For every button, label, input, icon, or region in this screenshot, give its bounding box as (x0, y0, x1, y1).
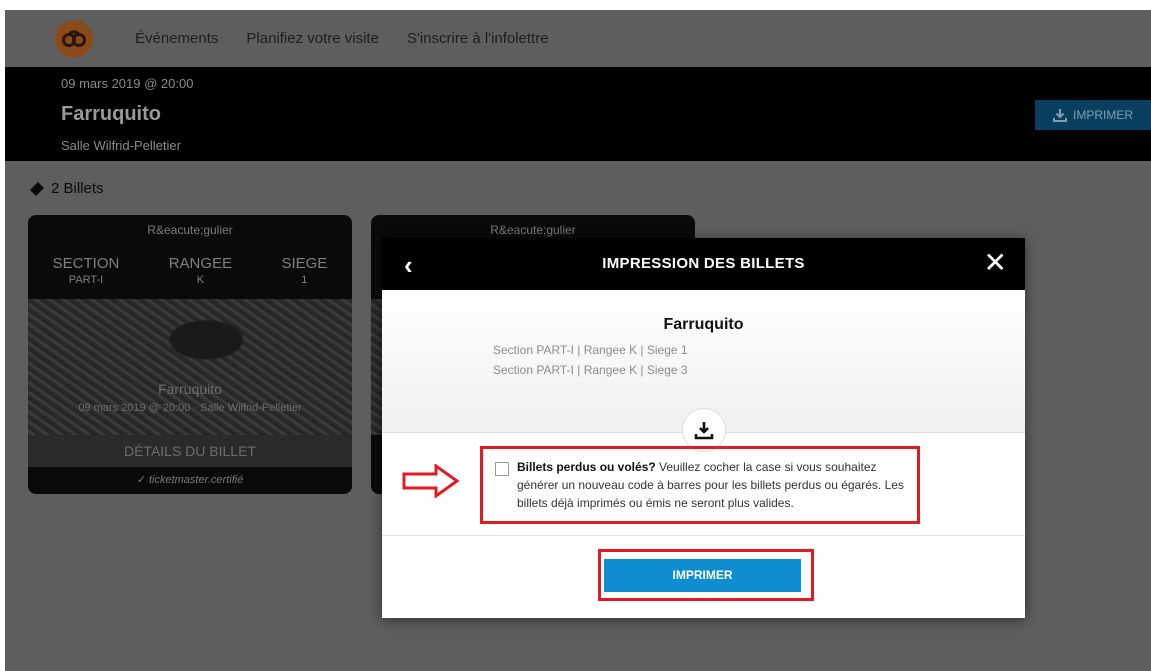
seat-value: 1 (301, 274, 308, 286)
ticket-details-button[interactable]: DÉTAILS DU BILLET (28, 435, 352, 467)
row-label: RANGEE (168, 255, 233, 272)
ticket-seat-line: Section PART-I | Rangee K | Siege 1 (493, 343, 688, 357)
tickets-count-label: 2 Billets (51, 180, 104, 197)
nav-link-infolettre[interactable]: S'inscrire à l'infolettre (407, 30, 549, 47)
row-value: K (196, 274, 205, 286)
close-icon[interactable]: ✕ (984, 246, 1007, 279)
lost-tickets-highlight: Billets perdus ou volés? Veuillez cocher… (480, 446, 920, 524)
divider (382, 535, 1025, 536)
download-icon (1053, 109, 1067, 122)
section-value: PART-I (68, 274, 104, 286)
tickets-count: 2 Billets (29, 180, 104, 197)
ticketmaster-logo-icon[interactable] (55, 19, 93, 58)
ticket-photo-title: Farruquito (158, 381, 222, 397)
print-tickets-modal: ‹ IMPRESSION DES BILLETS ✕ Farruquito Se… (382, 238, 1025, 618)
modal-event-name: Farruquito (663, 316, 744, 333)
ticket-icon (30, 181, 44, 196)
ticketmaster-certified: ✓ ticketmaster.certifié (28, 467, 352, 494)
nav-link-evenements[interactable]: Événements (135, 30, 218, 47)
lost-tickets-text: Billets perdus ou volés? Veuillez cocher… (517, 458, 913, 512)
ticket-photo-subtitle: 09 mars 2019 @ 20:00 · Salle Wilfrid-Pel… (78, 402, 302, 414)
ticket-card[interactable]: R&eacute;gulier SECTION PART-I RANGEE K … (28, 215, 352, 494)
event-header: 09 mars 2019 @ 20:00 Farruquito Salle Wi… (5, 67, 1151, 161)
ticket-photo (28, 299, 352, 435)
nav-link-planifiez[interactable]: Planifiez votre visite (246, 30, 379, 47)
certified-label: ticketmaster.certifié (148, 474, 244, 486)
seat-label: SIEGE (281, 255, 328, 272)
ticket-seat-line: Section PART-I | Rangee K | Siege 3 (493, 363, 688, 377)
print-button[interactable]: IMPRIMER (604, 559, 801, 592)
certified-icon: ✓ (136, 474, 149, 486)
lost-tickets-checkbox[interactable] (495, 462, 509, 476)
event-title: Farruquito (61, 103, 161, 125)
lost-tickets-title: Billets perdus ou volés? (517, 460, 656, 474)
section-label: SECTION (52, 255, 120, 272)
ticket-type: R&eacute;gulier (147, 223, 233, 237)
print-button-header-label: IMPRIMER (1073, 108, 1133, 122)
event-date: 09 mars 2019 @ 20:00 (61, 76, 194, 91)
modal-header: ‹ IMPRESSION DES BILLETS ✕ (382, 238, 1025, 290)
print-button-header[interactable]: IMPRIMER (1035, 100, 1151, 130)
arrow-right-icon (402, 464, 460, 498)
ticket-type: R&eacute;gulier (490, 223, 576, 237)
event-venue: Salle Wilfrid-Pelletier (61, 138, 181, 153)
modal-title: IMPRESSION DES BILLETS (602, 255, 805, 272)
top-nav: Événements Planifiez votre visite S'insc… (5, 10, 1151, 67)
